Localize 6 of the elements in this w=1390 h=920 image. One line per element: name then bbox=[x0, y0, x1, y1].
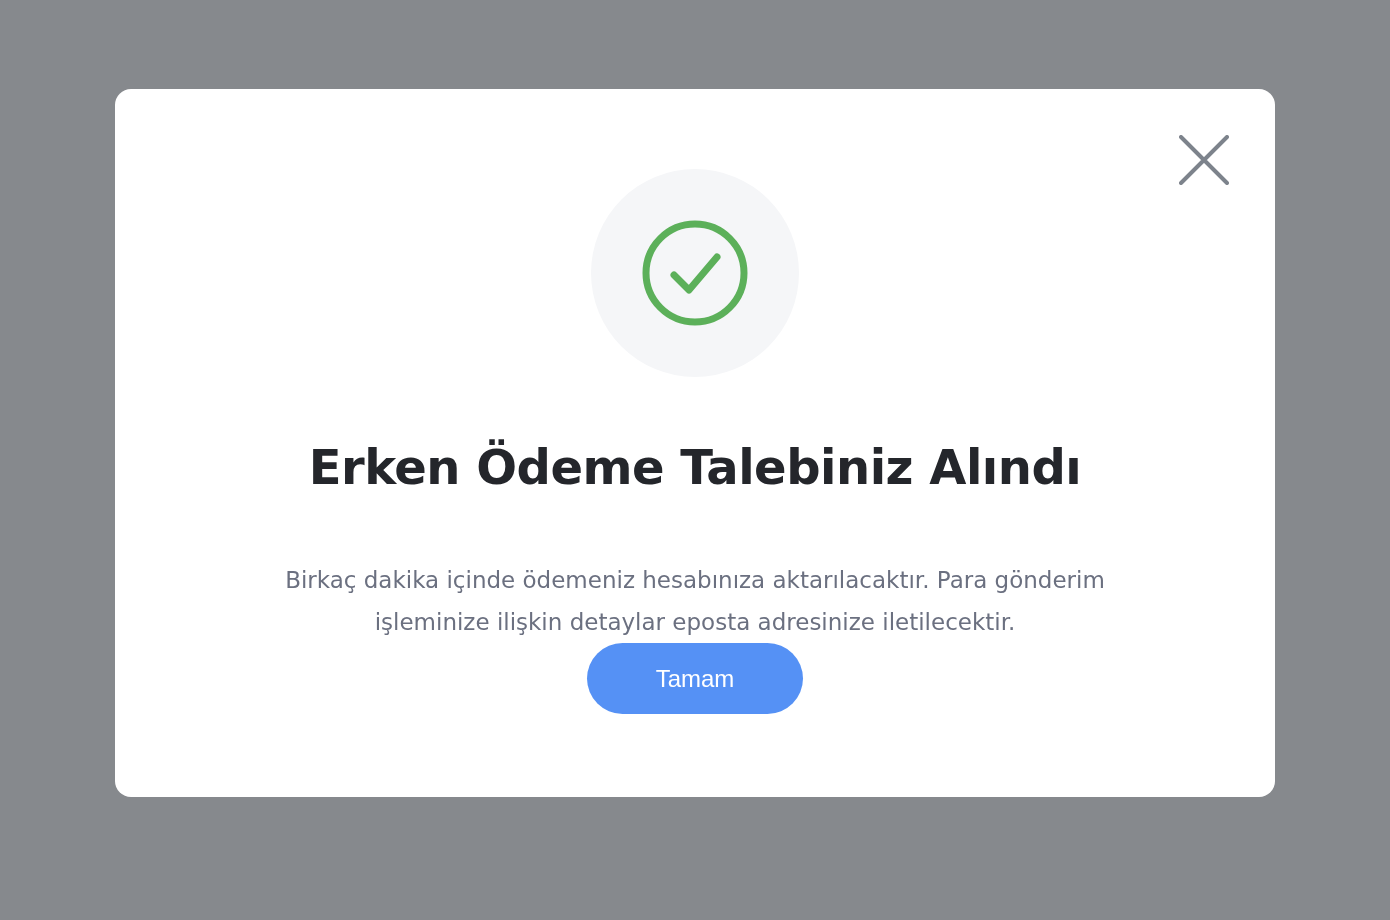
dialog-title: Erken Ödeme Talebiniz Alındı bbox=[308, 438, 1082, 497]
ok-button[interactable]: Tamam bbox=[587, 643, 803, 714]
close-icon bbox=[1179, 135, 1229, 185]
check-circle-icon bbox=[641, 219, 749, 327]
close-button[interactable] bbox=[1179, 135, 1229, 185]
dialog-message: Birkaç dakika içinde ödemeniz hesabınıza aktarılacaktır. Para gönderim işleminize ilişkin detaylar eposta adresinize iletilecektir. bbox=[284, 566, 1106, 637]
